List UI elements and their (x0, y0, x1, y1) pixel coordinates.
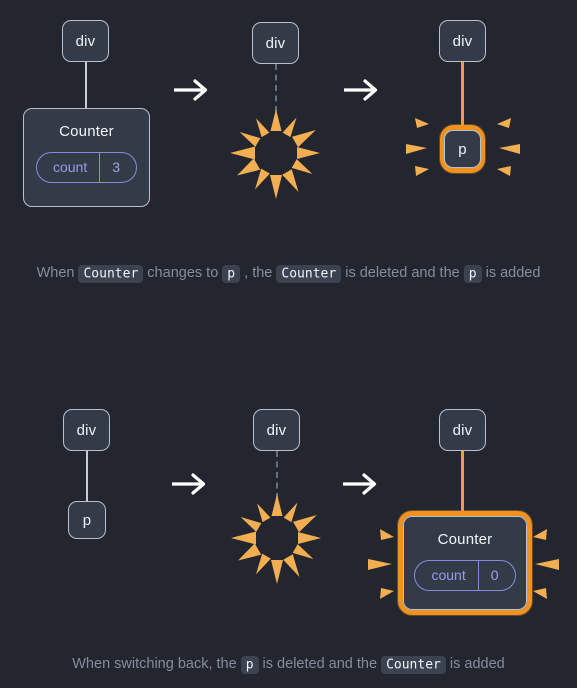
row1-arrow-1 (170, 73, 214, 112)
caption-text: When (36, 265, 79, 281)
state-key: count (52, 159, 88, 175)
card-title: Counter (59, 123, 114, 140)
caption-text: is added (481, 265, 541, 281)
caption-text: is added (445, 656, 505, 672)
state-pill: count 3 (35, 152, 138, 183)
row1-step3-div-node: div (439, 20, 486, 62)
row2-delete-burst (223, 487, 331, 594)
caption-text: , the (240, 265, 277, 281)
caption-code-chip: Counter (276, 264, 342, 283)
caption-code-chip: Counter (78, 264, 144, 283)
row2-step1-p-node: p (68, 501, 106, 539)
caption-code-chip: p (240, 655, 259, 674)
row1-step1-div-node: div (62, 20, 109, 62)
row1-step3-p-node: p (444, 130, 481, 168)
row2-step3-counter-card: Counter count 0 (403, 516, 527, 610)
state-value: 0 (477, 561, 515, 590)
row2-caption: When switching back, the p is deleted an… (0, 653, 577, 676)
row2-step3-div-node: div (439, 409, 486, 451)
row2-arrow-2 (339, 467, 383, 506)
row2-arrow-1 (168, 467, 212, 506)
row1-caption: When Counter changes to p , the Counter … (0, 262, 577, 285)
caption-code-chip: Counter (381, 655, 446, 674)
diagram-page: div Counter count 3 div div p When Count… (0, 0, 577, 688)
row1-step1-connector (85, 60, 87, 108)
caption-code-chip: p (463, 264, 482, 283)
node-label: div (76, 421, 97, 439)
caption-text: When switching back, the (72, 656, 241, 672)
node-label: div (265, 34, 286, 52)
node-label: div (452, 421, 473, 439)
caption-text: changes to (143, 265, 223, 281)
node-label: div (75, 32, 96, 50)
state-key: count (431, 567, 466, 583)
row2-step3-orange-connector (461, 449, 464, 513)
state-pill: count 0 (414, 560, 516, 591)
state-value: 3 (99, 153, 136, 182)
row1-arrow-2 (340, 73, 384, 112)
row2-step2-div-node: div (253, 409, 300, 451)
node-label: p (82, 511, 92, 529)
row1-delete-burst (222, 102, 330, 209)
node-label: div (452, 32, 473, 50)
node-label: div (266, 421, 287, 439)
caption-code-chip: p (222, 264, 241, 283)
row1-step2-div-node: div (252, 22, 299, 64)
caption-text: is deleted and the (341, 265, 464, 281)
row2-step1-div-node: div (63, 409, 110, 451)
caption-text: is deleted and the (258, 656, 382, 672)
row1-step1-counter-card: Counter count 3 (23, 108, 150, 207)
node-label: p (458, 140, 467, 158)
row2-step1-connector (86, 449, 88, 502)
card-title: Counter (437, 531, 493, 548)
